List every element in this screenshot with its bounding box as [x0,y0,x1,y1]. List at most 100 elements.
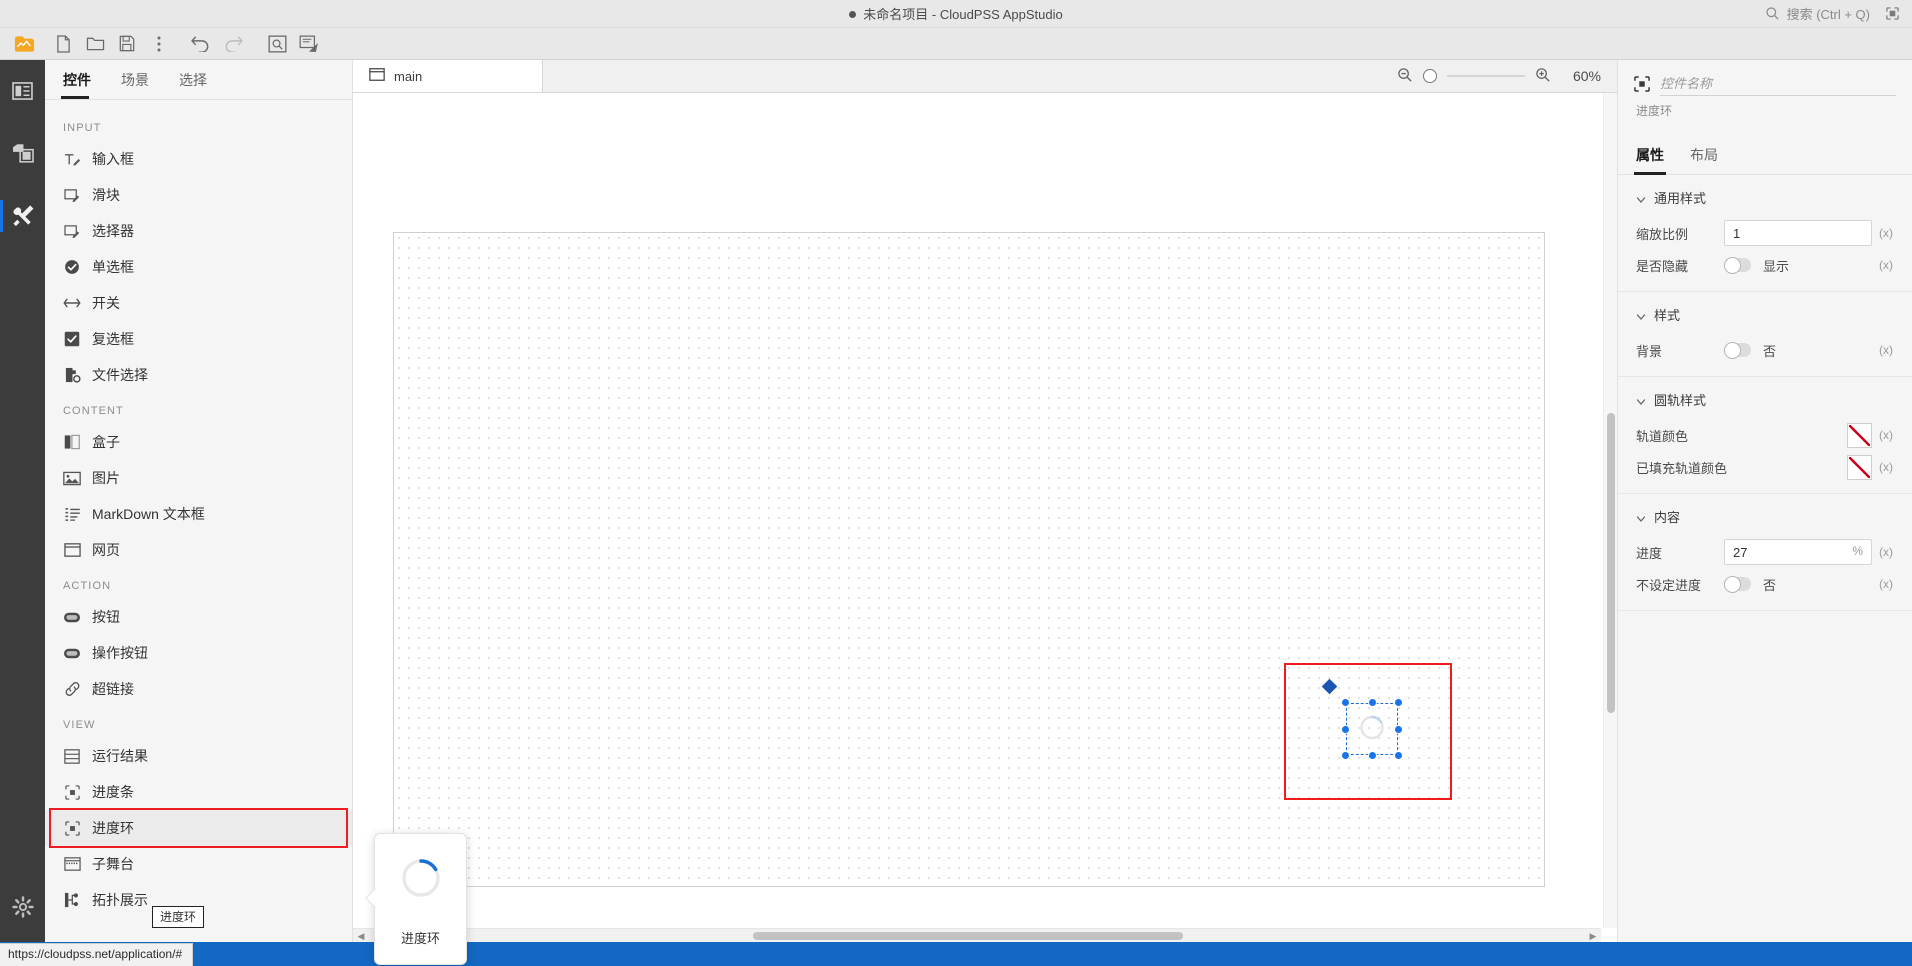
resize-handle-n[interactable] [1367,698,1377,707]
palette-item-radio[interactable]: 单选框 [45,249,352,285]
palette-item-selector[interactable]: 选择器 [45,213,352,249]
rail-settings[interactable] [0,890,45,926]
tab-attributes[interactable]: 属性 [1634,145,1666,175]
palette-item-file-picker[interactable]: 文件选择 [45,357,352,393]
vertical-dots-icon[interactable] [144,30,174,58]
palette-item-label: 盒子 [92,434,120,450]
palette-item-switch[interactable]: 开关 [45,285,352,321]
section-header[interactable]: 样式 [1618,292,1912,334]
section-title: 圆轨样式 [1654,393,1707,408]
tab-layout[interactable]: 布局 [1690,145,1718,174]
rail-media[interactable] [0,136,45,172]
zoom-out-icon[interactable] [1397,67,1413,86]
background-toggle[interactable] [1724,341,1751,359]
undo-arrow-icon[interactable] [186,30,216,58]
section-header[interactable]: 圆轨样式 [1618,377,1912,419]
indeterminate-toggle[interactable] [1724,575,1751,593]
status-bar: 0 0 0 https://cloudpss.net/application/# [0,942,1912,966]
expression-toggle[interactable]: (x) [1872,226,1900,240]
progress-input[interactable] [1724,539,1872,565]
maximize-icon[interactable] [1884,6,1900,22]
section-header[interactable]: 内容 [1618,494,1912,536]
scroll-thumb[interactable] [753,932,1183,940]
substage-icon [63,855,81,873]
new-file-button[interactable] [48,30,78,58]
palette-tab-widgets[interactable]: 控件 [59,70,103,99]
rail-tools[interactable] [0,198,45,234]
scroll-thumb[interactable] [1607,413,1615,713]
expression-toggle[interactable]: (x) [1872,545,1900,559]
preview-search-box-icon[interactable] [262,30,292,58]
palette-item-label: MarkDown 文本框 [92,506,205,522]
palette-item-slider[interactable]: 滑块 [45,177,352,213]
media-film-icon [12,143,34,166]
chevron-down-icon [1636,395,1646,405]
resize-handle-w[interactable] [1341,724,1350,734]
zoom-in-icon[interactable] [1535,67,1551,86]
expression-toggle[interactable]: (x) [1872,428,1900,442]
palette-item-markdown[interactable]: MarkDown 文本框 [45,496,352,532]
open-folder-button[interactable] [80,30,110,58]
scale-input[interactable] [1724,220,1872,246]
resize-handle-se[interactable] [1394,751,1403,760]
canvas-horizontal-scrollbar[interactable]: ◀ ▶ [353,928,1601,942]
link-hint: https://cloudpss.net/application/# [0,943,194,966]
scroll-left-arrow-icon[interactable]: ◀ [355,930,367,942]
expression-toggle[interactable]: (x) [1872,577,1900,591]
expression-toggle[interactable]: (x) [1872,258,1900,272]
palette-item-action-button[interactable]: 操作按钮 [45,635,352,671]
floppy-save-icon[interactable] [112,30,142,58]
palette-item-run-result[interactable]: 运行结果 [45,738,352,774]
canvas[interactable]: ◀ ▶ [353,93,1617,942]
palette-item-label: 选择器 [92,223,134,239]
track-color-swatch[interactable] [1847,422,1872,448]
palette-item-substage[interactable]: 子舞台 [45,846,352,882]
palette-item-label: 图片 [92,470,120,486]
redo-arrow-icon[interactable] [218,30,248,58]
filled-track-color-swatch[interactable] [1847,454,1872,480]
widget-name-input[interactable] [1660,74,1896,96]
palette-item-box[interactable]: 盒子 [45,424,352,460]
title-bar-right: 搜索 (Ctrl + Q) [1765,4,1912,23]
palette-item-progress-bar[interactable]: 进度条 [45,774,352,810]
section-header[interactable]: 通用样式 [1618,175,1912,217]
palette-item-text-input[interactable]: 输入框 [45,141,352,177]
palette-item-label: 操作按钮 [92,645,148,661]
hidden-toggle[interactable] [1724,256,1751,274]
expression-toggle[interactable]: (x) [1872,343,1900,357]
scroll-right-arrow-icon[interactable]: ▶ [1587,930,1599,942]
palette-item-image[interactable]: 图片 [45,460,352,496]
zoom-slider-track[interactable] [1447,75,1525,77]
widget-type-label: 进度环 [1636,104,1673,118]
palette-tab-scenes[interactable]: 场景 [117,70,161,99]
global-search[interactable]: 搜索 (Ctrl + Q) [1765,4,1870,23]
palette-tab-select[interactable]: 选择 [175,70,219,99]
palette-item-checkbox[interactable]: 复选框 [45,321,352,357]
palette-item-button[interactable]: 按钮 [45,599,352,635]
resize-handle-e[interactable] [1394,724,1403,734]
progress-ring-widget[interactable] [1359,715,1385,744]
palette-item-webpage[interactable]: 网页 [45,532,352,568]
design-stage[interactable] [393,232,1545,887]
palette-item-label: 复选框 [92,331,134,347]
property-row-background: 背景 否 (x) [1618,334,1912,366]
toggle-value-label: 显示 [1763,258,1790,274]
resize-handle-ne[interactable] [1394,698,1403,707]
document-tab-main[interactable]: main [353,60,543,92]
rail-layout[interactable] [0,74,45,110]
palette-item-progress-ring[interactable]: 进度环 [45,808,352,848]
canvas-vertical-scrollbar[interactable] [1603,93,1617,928]
resize-handle-sw[interactable] [1341,751,1350,760]
selection-box[interactable] [1321,678,1403,760]
expression-toggle[interactable]: (x) [1872,460,1900,474]
palette-item-label: 输入框 [92,151,134,167]
publish-send-icon[interactable] [294,30,324,58]
zoom-slider-knob[interactable] [1423,69,1437,83]
main-toolbar [0,28,1912,60]
resize-handle-s[interactable] [1367,751,1377,760]
palette-item-hyperlink[interactable]: 超链接 [45,671,352,707]
cloudpss-logo-icon[interactable] [8,30,40,58]
resize-handle-nw[interactable] [1341,698,1350,707]
properties-tabs: 属性 布局 [1618,129,1912,175]
result-table-icon [63,747,81,765]
